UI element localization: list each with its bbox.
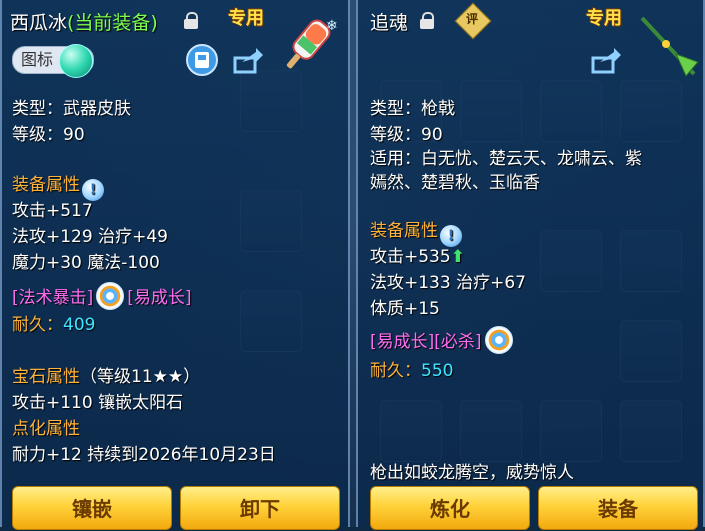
exclusive-label: 专用 — [586, 8, 622, 29]
swirl-icon[interactable] — [484, 326, 513, 354]
suitable-roles: 嫣然、楚碧秋、玉临香 — [370, 173, 540, 193]
item-title: 西瓜冰(当前装备) — [10, 8, 158, 35]
current-equipment-panel: 西瓜冰(当前装备) 专用 ❄ 图标 类型：武器皮肤 等级：90 装备属性! 攻击… — [0, 0, 350, 530]
attr-line: 攻击+517 — [12, 201, 93, 221]
point-attr: 耐力+12 持续到2026年10月23日 — [12, 445, 276, 465]
attr-line: 魔力+30 魔法-100 — [12, 253, 160, 273]
inlay-button[interactable]: 镶嵌 — [12, 486, 172, 530]
durability: 耐久：409 — [12, 310, 95, 335]
item-level: 等级：90 — [370, 125, 443, 145]
skill-tags: [易成长][必杀] — [370, 326, 516, 354]
svg-text:❄: ❄ — [326, 18, 338, 34]
skill-tag: [易成长][必杀] — [370, 332, 482, 352]
durability-value: 550 — [421, 361, 454, 381]
durability: 耐久：550 — [370, 356, 453, 381]
exclusive-label: 专用 — [228, 8, 264, 29]
share-icon[interactable] — [590, 44, 622, 76]
skill-tag: [法术暴击] — [12, 288, 94, 308]
skill-tag: [易成长] — [127, 288, 192, 308]
icon-toggle-label: 图标 — [21, 50, 54, 69]
durability-label: 耐久： — [370, 361, 421, 381]
item-description: 枪出如蛟龙腾空，威势惊人 — [370, 463, 574, 483]
item-state: (当前装备) — [67, 12, 158, 34]
item-name: 追魂 — [370, 12, 409, 34]
review-badge-label: 评 — [465, 12, 478, 26]
lock-icon[interactable] — [184, 12, 198, 29]
ice-pop-icon: ❄ — [286, 18, 338, 69]
attr-header-label: 装备属性 — [370, 221, 438, 241]
arrow-up-icon: ⬆ — [450, 247, 465, 267]
share-icon[interactable] — [232, 44, 264, 76]
attr-line: 法攻+129 治疗+49 — [12, 227, 168, 247]
refine-button[interactable]: 炼化 — [370, 486, 530, 530]
save-icon[interactable] — [186, 44, 218, 76]
attr-header-label: 装备属性 — [12, 175, 80, 195]
spear-icon — [640, 16, 699, 77]
unequip-button[interactable]: 卸下 — [180, 486, 340, 530]
durability-value: 409 — [63, 315, 96, 335]
item-level: 等级：90 — [12, 125, 85, 145]
attr-line: 攻击+535⬆ — [370, 242, 465, 267]
attr-value: 攻击+535 — [370, 247, 451, 267]
gem-header: 宝石属性（等级11★★） — [12, 362, 200, 387]
gem-header-label: 宝石属性 — [12, 367, 80, 387]
attr-line: 体质+15 — [370, 299, 440, 319]
jade-orb-icon[interactable] — [59, 44, 93, 78]
compare-equipment-panel: 追魂 评 专用 类型：枪戟 等级：90 适用：白无忧、楚云天、龙啸云、紫 嫣然、… — [356, 0, 705, 530]
durability-label: 耐久： — [12, 315, 63, 335]
point-header: 点化属性 — [12, 419, 80, 439]
item-type: 类型：枪戟 — [370, 99, 455, 119]
swirl-icon[interactable] — [96, 282, 125, 310]
gem-level: （等级11★★） — [80, 367, 201, 387]
attr-line: 法攻+133 治疗+67 — [370, 273, 526, 293]
gem-attr: 攻击+110 镶嵌太阳石 — [12, 393, 184, 413]
skill-tags: [法术暴击] [易成长] — [12, 282, 192, 310]
equip-button[interactable]: 装备 — [538, 486, 698, 530]
item-name: 西瓜冰 — [10, 12, 68, 34]
suitable-roles: 适用：白无忧、楚云天、龙啸云、紫 — [370, 149, 642, 169]
item-type: 类型：武器皮肤 — [12, 99, 131, 119]
lock-icon[interactable] — [420, 12, 434, 29]
